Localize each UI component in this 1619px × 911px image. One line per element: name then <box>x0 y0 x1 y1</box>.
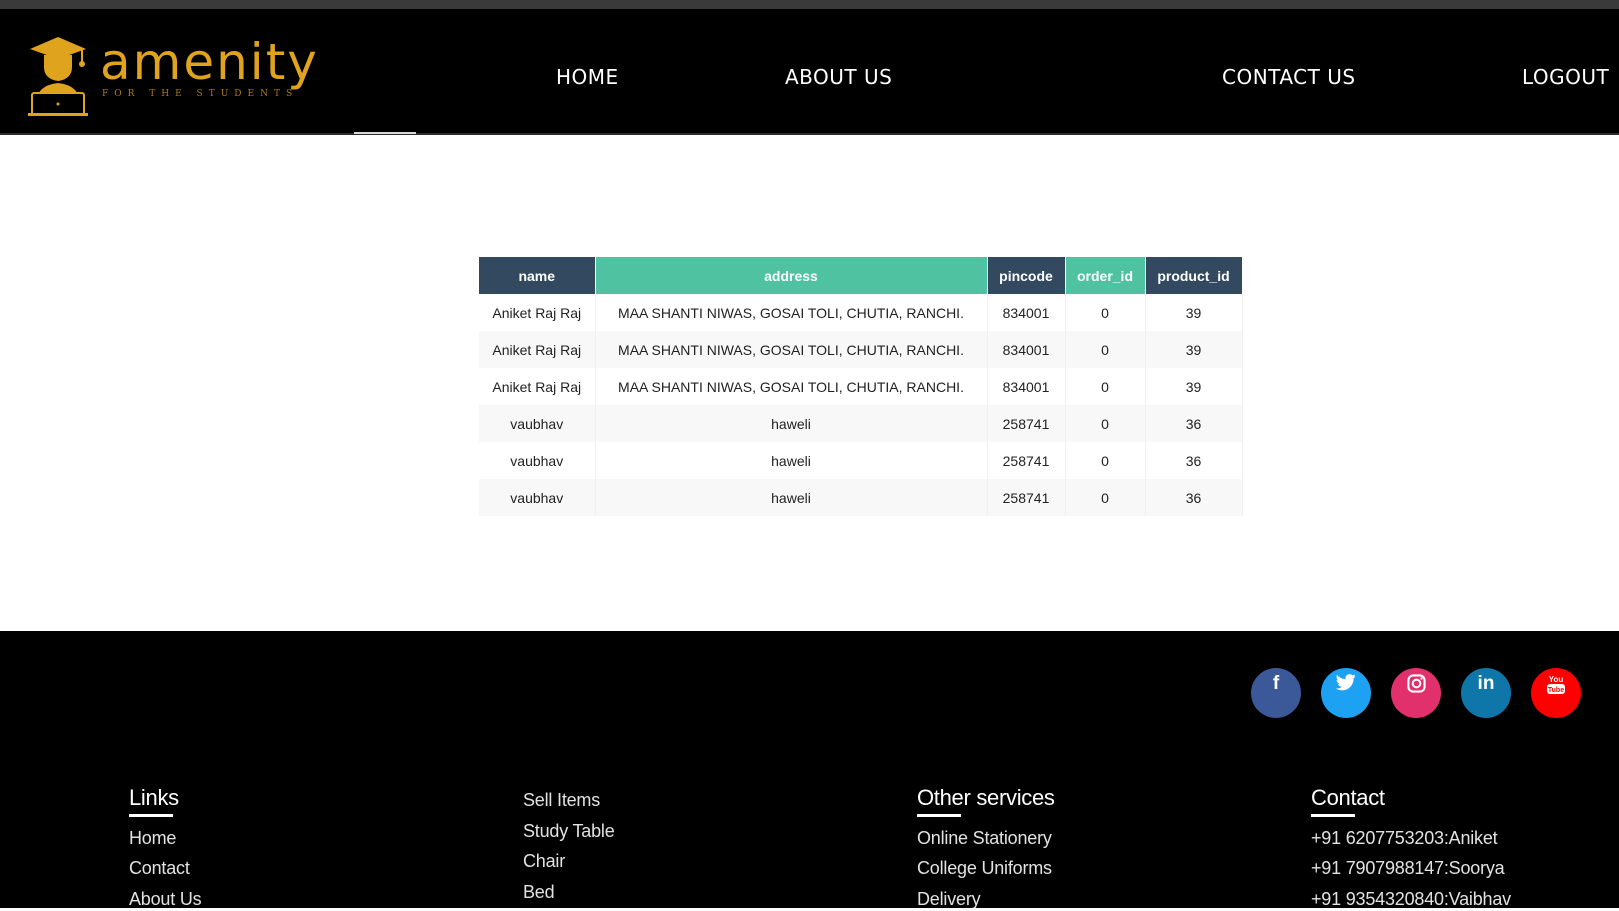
cell-address: haweli <box>595 405 988 442</box>
youtube-icon[interactable]: You Tube <box>1531 668 1581 718</box>
table-row: vaubhav haweli 258741 0 36 <box>479 479 1243 516</box>
nav-about-us[interactable]: ABOUT US <box>785 67 892 87</box>
cell-order-id: 0 <box>1065 405 1146 442</box>
cell-address: MAA SHANTI NIWAS, GOSAI TOLI, CHUTIA, RA… <box>595 294 988 331</box>
cell-name: vaubhav <box>479 405 596 442</box>
browser-top-strip <box>0 0 1619 9</box>
cell-address: haweli <box>595 442 988 479</box>
footer-links-underline <box>129 814 173 817</box>
cell-product-id: 39 <box>1145 294 1243 331</box>
brand-tagline: FOR THE STUDENTS <box>102 89 299 99</box>
cell-order-id: 0 <box>1065 294 1146 331</box>
header-order-id: order_id <box>1065 257 1146 294</box>
cell-address: MAA SHANTI NIWAS, GOSAI TOLI, CHUTIA, RA… <box>595 331 988 368</box>
table-row: Aniket Raj Raj MAA SHANTI NIWAS, GOSAI T… <box>479 331 1243 368</box>
footer-service-college-uniforms[interactable]: College Uniforms <box>917 859 1052 877</box>
twitter-icon[interactable] <box>1321 668 1371 718</box>
orders-table: name address pincode order_id product_id… <box>479 257 1243 516</box>
footer-link-bed[interactable]: Bed <box>523 883 555 901</box>
cell-pincode: 258741 <box>987 405 1066 442</box>
footer-links-heading: Links <box>129 785 179 810</box>
cell-order-id: 0 <box>1065 442 1146 479</box>
cell-name: Aniket Raj Raj <box>479 294 596 331</box>
cell-product-id: 36 <box>1145 405 1243 442</box>
cell-name: vaubhav <box>479 479 596 516</box>
footer-service-online-stationery[interactable]: Online Stationery <box>917 829 1052 847</box>
nav-home[interactable]: HOME <box>556 67 619 87</box>
nav-contact-us[interactable]: CONTACT US <box>1222 67 1356 87</box>
cell-name: Aniket Raj Raj <box>479 331 596 368</box>
header-product-id: product_id <box>1145 257 1243 294</box>
cell-pincode: 834001 <box>987 331 1066 368</box>
footer-service-delivery[interactable]: Delivery <box>917 890 981 908</box>
footer-link-chair[interactable]: Chair <box>523 852 565 870</box>
footer-contact-vaibhav: +91 9354320840:Vaibhav <box>1311 889 1511 909</box>
brand-name: amenity <box>100 33 319 91</box>
footer-contact-aniket: +91 6207753203:Aniket <box>1311 828 1498 848</box>
facebook-icon[interactable]: f <box>1251 668 1301 718</box>
instagram-camera-glyph <box>1406 674 1426 693</box>
cell-order-id: 0 <box>1065 331 1146 368</box>
nav-logout[interactable]: LOGOUT <box>1522 67 1609 87</box>
table-header-row: name address pincode order_id product_id <box>479 257 1243 294</box>
footer-services-column: Other services Online Stationery College… <box>917 785 1055 908</box>
cell-order-id: 0 <box>1065 479 1146 516</box>
cell-pincode: 834001 <box>987 294 1066 331</box>
cell-product-id: 39 <box>1145 368 1243 405</box>
footer-contact-soorya: +91 7907988147:Soorya <box>1311 858 1505 878</box>
cell-product-id: 36 <box>1145 442 1243 479</box>
footer-link-home[interactable]: Home <box>129 829 176 847</box>
cell-pincode: 258741 <box>987 442 1066 479</box>
header-name: name <box>479 257 596 294</box>
header-pincode: pincode <box>987 257 1066 294</box>
cell-address: MAA SHANTI NIWAS, GOSAI TOLI, CHUTIA, RA… <box>595 368 988 405</box>
footer-link-study-table[interactable]: Study Table <box>523 822 615 840</box>
cell-name: Aniket Raj Raj <box>479 368 596 405</box>
navbar-divider <box>0 133 1619 135</box>
student-logo-icon <box>28 37 88 116</box>
svg-text:Tube: Tube <box>1548 687 1564 694</box>
cell-product-id: 36 <box>1145 479 1243 516</box>
table-row: Aniket Raj Raj MAA SHANTI NIWAS, GOSAI T… <box>479 368 1243 405</box>
table-row: vaubhav haweli 258741 0 36 <box>479 442 1243 479</box>
footer-contact-underline <box>1311 814 1355 817</box>
cell-product-id: 39 <box>1145 331 1243 368</box>
linkedin-icon[interactable]: in <box>1461 668 1511 718</box>
nav-active-indicator <box>354 132 416 134</box>
navbar: amenity FOR THE STUDENTS HOME ABOUT US C… <box>0 9 1619 133</box>
cell-pincode: 834001 <box>987 368 1066 405</box>
instagram-icon[interactable] <box>1391 668 1441 718</box>
table-row: vaubhav haweli 258741 0 36 <box>479 405 1243 442</box>
footer-link-sell-items[interactable]: Sell Items <box>523 791 600 809</box>
footer-link-about-us[interactable]: About Us <box>129 890 202 908</box>
svg-text:You: You <box>1549 675 1564 684</box>
footer: f in You Tube Links Home Contact About Us… <box>0 631 1619 911</box>
twitter-bird-glyph <box>1336 674 1356 691</box>
footer-contact-column: Contact +91 6207753203:Aniket +91 790798… <box>1311 785 1511 908</box>
cell-name: vaubhav <box>479 442 596 479</box>
footer-services-underline <box>917 814 961 817</box>
logo[interactable]: amenity FOR THE STUDENTS <box>28 33 318 123</box>
cell-address: haweli <box>595 479 988 516</box>
table-row: Aniket Raj Raj MAA SHANTI NIWAS, GOSAI T… <box>479 294 1243 331</box>
cell-order-id: 0 <box>1065 368 1146 405</box>
footer-contact-heading: Contact <box>1311 785 1385 810</box>
footer-services-heading: Other services <box>917 785 1055 810</box>
cell-pincode: 258741 <box>987 479 1066 516</box>
header-address: address <box>595 257 988 294</box>
footer-link-contact[interactable]: Contact <box>129 859 190 877</box>
footer-links-column: Links Home Contact About Us <box>129 785 202 908</box>
youtube-glyph: You Tube <box>1547 675 1565 694</box>
orders-table-container: name address pincode order_id product_id… <box>479 257 1243 516</box>
